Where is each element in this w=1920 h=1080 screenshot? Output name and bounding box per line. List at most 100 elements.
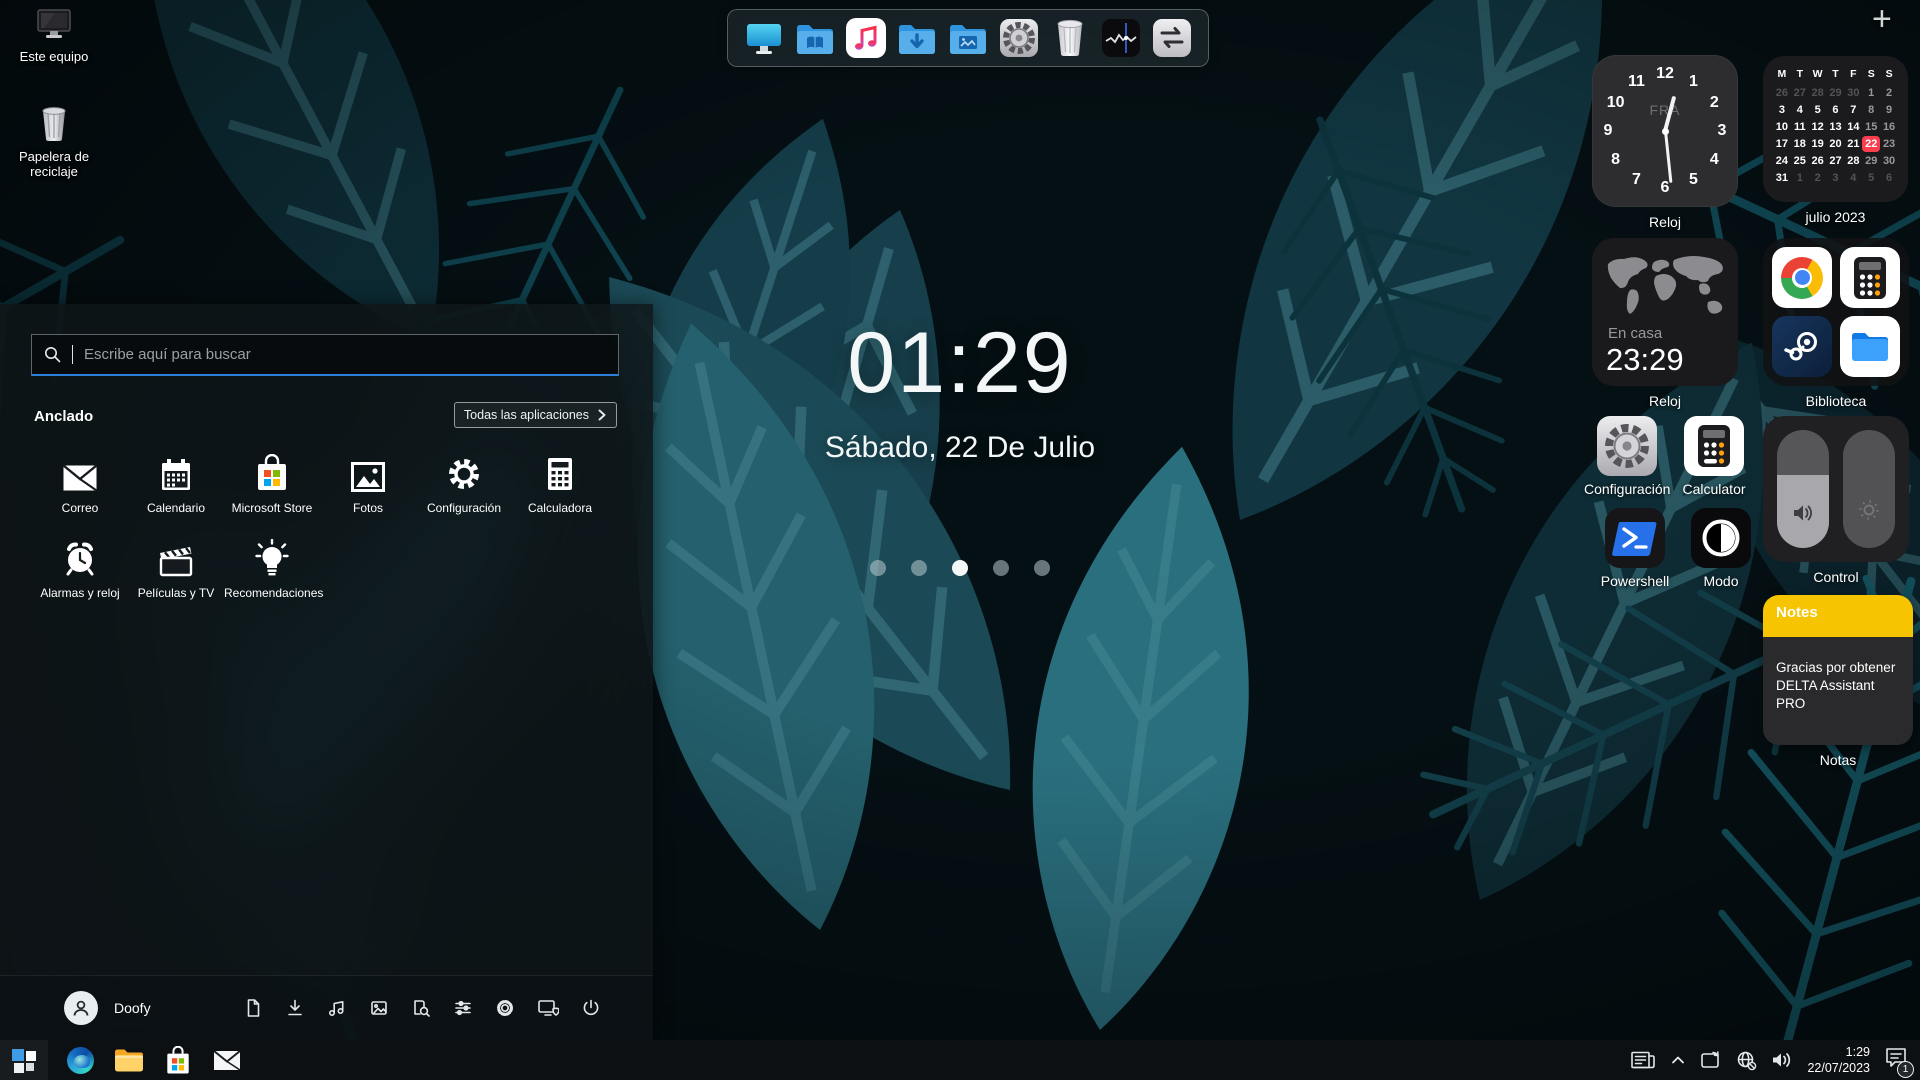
pinned-app-fotos[interactable]: Fotos	[320, 452, 416, 515]
avatar	[64, 991, 98, 1025]
page-dot[interactable]	[870, 560, 886, 576]
pinned-app-label: Fotos	[320, 501, 416, 515]
user-chip[interactable]: Doofy	[64, 991, 151, 1025]
page-dot[interactable]	[952, 560, 968, 576]
activity-monitor-icon[interactable]	[1100, 17, 1142, 59]
recycle-bin-icon	[39, 106, 69, 142]
computer-icon	[35, 8, 73, 42]
music-icon[interactable]	[327, 998, 347, 1018]
control-widget: Control	[1763, 416, 1909, 585]
pinned-app-correo[interactable]: Correo	[32, 452, 128, 515]
page-dot[interactable]	[1034, 560, 1050, 576]
calendar-day: 28	[1844, 153, 1862, 169]
mail-icon[interactable]	[210, 1040, 244, 1080]
mode-shortcut[interactable]: Modo	[1678, 508, 1764, 589]
library-widget: Biblioteca	[1763, 238, 1909, 409]
clock-numeral: 5	[1689, 171, 1698, 189]
pinned-app-peliculas[interactable]: Películas y TV	[128, 537, 224, 600]
desktop-icon-this-pc[interactable]: Este equipo	[8, 8, 100, 65]
search-input[interactable]	[84, 346, 606, 363]
system-tray: 1:29 22/07/2023 1	[1630, 1044, 1920, 1077]
toggles-icon[interactable]	[1151, 17, 1193, 59]
widget-label: Control	[1763, 569, 1909, 585]
calculator-shortcut[interactable]: Calculator	[1671, 416, 1757, 497]
files-icon[interactable]	[1840, 316, 1900, 377]
tray-clock[interactable]: 1:29 22/07/2023	[1807, 1044, 1870, 1077]
search-box[interactable]	[31, 334, 619, 376]
analog-clock-widget[interactable]: FRA 123456789101112 Reloj	[1592, 55, 1738, 230]
user-name: Doofy	[114, 1000, 151, 1016]
settings-shortcut[interactable]: Configuración	[1584, 416, 1670, 497]
text-caret	[72, 345, 73, 364]
tablet-sync-icon[interactable]	[1700, 1050, 1722, 1070]
pinned-app-calculadora[interactable]: Calculadora	[512, 452, 608, 515]
calendar-day: 24	[1773, 153, 1791, 169]
minute-hand	[1664, 131, 1672, 183]
page-dot[interactable]	[993, 560, 1009, 576]
store-icon	[255, 454, 289, 492]
downloads-folder-icon[interactable]	[896, 17, 938, 59]
dock	[727, 9, 1209, 67]
speaker-icon[interactable]	[1771, 1051, 1793, 1069]
brightness-slider[interactable]	[1843, 430, 1895, 548]
notes-widget[interactable]: Notes Gracias por obtener DELTA Assistan…	[1763, 595, 1913, 768]
pinned-app-label: Recomendaciones	[224, 586, 320, 600]
books-folder-icon[interactable]	[794, 17, 836, 59]
world-clock-widget[interactable]: En casa 23:29 Reloj	[1592, 238, 1738, 409]
calendar-day: 11	[1791, 119, 1809, 135]
calendar-day: 20	[1827, 136, 1845, 152]
pinned-app-label: Calendario	[128, 501, 224, 515]
volume-slider[interactable]	[1777, 430, 1829, 548]
music-app-icon[interactable]	[845, 17, 887, 59]
clock-face: FRA 123456789101112	[1592, 55, 1738, 207]
desktop-icon-recycle-bin[interactable]: Papelera de reciclaje	[8, 106, 100, 180]
tray-time: 1:29	[1807, 1044, 1870, 1060]
pinned-app-label: Configuración	[416, 501, 512, 515]
power-icon[interactable]	[581, 998, 601, 1018]
notification-center-button[interactable]: 1	[1884, 1045, 1910, 1075]
calendar-month-label: julio 2023	[1763, 209, 1908, 225]
file-explorer-icon[interactable]	[112, 1040, 146, 1080]
edge-icon[interactable]	[63, 1040, 97, 1080]
trash-icon[interactable]	[1049, 17, 1091, 59]
pinned-app-alarmas[interactable]: Alarmas y reloj	[32, 537, 128, 600]
add-widgets-button[interactable]: +	[1872, 2, 1892, 36]
library-search-icon[interactable]	[411, 998, 431, 1018]
powershell-shortcut[interactable]: Powershell	[1592, 508, 1678, 589]
pinned-app-configuracion[interactable]: Configuración	[416, 452, 512, 515]
start-button[interactable]	[0, 1040, 48, 1080]
calendar-day: 1	[1862, 85, 1880, 101]
settings-gear-icon[interactable]	[495, 998, 515, 1018]
pinned-app-store[interactable]: Microsoft Store	[224, 452, 320, 515]
security-monitor-icon[interactable]	[537, 998, 559, 1018]
pinned-app-recomendaciones[interactable]: Recomendaciones	[224, 537, 320, 600]
chrome-icon[interactable]	[1772, 247, 1832, 308]
widget-label: Biblioteca	[1763, 393, 1909, 409]
chevron-up-icon[interactable]	[1670, 1052, 1686, 1068]
globe-offline-icon[interactable]	[1736, 1050, 1757, 1071]
news-icon[interactable]	[1630, 1050, 1656, 1070]
steam-icon[interactable]	[1772, 316, 1832, 377]
calendar-widget[interactable]: MTWTFSS262728293012345678910111213141516…	[1763, 56, 1908, 225]
page-dot[interactable]	[911, 560, 927, 576]
calendar-day: 13	[1827, 119, 1845, 135]
calendar-day-header: T	[1827, 68, 1845, 84]
pictures-icon[interactable]	[369, 998, 389, 1018]
calculator-icon[interactable]	[1840, 247, 1900, 308]
pictures-folder-icon[interactable]	[947, 17, 989, 59]
store-icon[interactable]	[161, 1040, 195, 1080]
calendar-day: 5	[1862, 170, 1880, 186]
display-icon[interactable]	[743, 17, 785, 59]
all-apps-button[interactable]: Todas las aplicaciones	[454, 402, 617, 428]
calendar-day: 16	[1880, 119, 1898, 135]
sliders-icon[interactable]	[453, 998, 473, 1018]
system-preferences-icon[interactable]	[998, 17, 1040, 59]
calendar-day: 2	[1880, 85, 1898, 101]
pinned-app-calendario[interactable]: Calendario	[128, 452, 224, 515]
pinned-apps-grid: Correo Calendario Microsoft Store	[32, 452, 612, 601]
speaker-icon	[1792, 504, 1814, 522]
brightness-icon	[1857, 498, 1881, 522]
downloads-icon[interactable]	[285, 998, 305, 1018]
calendar-day: 4	[1791, 102, 1809, 118]
document-icon[interactable]	[243, 998, 263, 1018]
